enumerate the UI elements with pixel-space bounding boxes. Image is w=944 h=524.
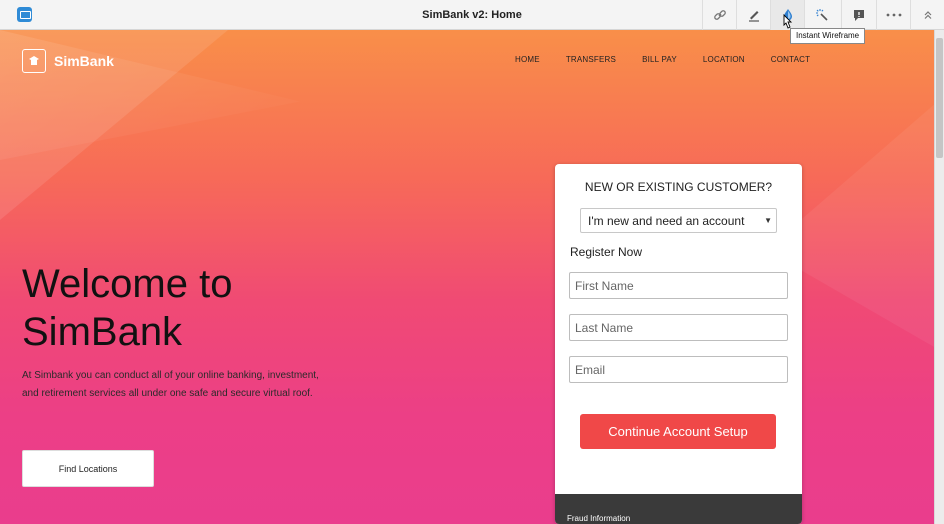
hero-title-line: Welcome to — [22, 262, 233, 306]
form-heading: NEW OR EXISTING CUSTOMER? — [584, 180, 773, 194]
pen-icon — [748, 11, 759, 22]
link-icon — [713, 10, 726, 20]
nav-item-bill-pay[interactable]: BILL PAY — [642, 55, 677, 64]
nav-item-home[interactable]: HOME — [515, 55, 540, 64]
comment-icon — [853, 10, 864, 21]
hero-title: Welcome to SimBank — [22, 260, 322, 356]
brand-name: SimBank — [54, 53, 114, 69]
nav-item-location[interactable]: LOCATION — [703, 55, 745, 64]
screen-icon[interactable] — [17, 7, 32, 22]
magic-wand-icon — [815, 9, 828, 21]
first-name-field[interactable] — [569, 272, 788, 299]
viewer-toolbar: SimBank v2: Home — [0, 0, 944, 30]
cursor-pointer-icon — [783, 14, 793, 29]
magic-wand-button[interactable] — [804, 0, 838, 30]
bank-logo-icon — [22, 49, 46, 73]
caret-down-icon: ▼ — [764, 216, 772, 225]
hero-title-line: SimBank — [22, 310, 183, 354]
continue-account-setup-button[interactable]: Continue Account Setup — [580, 414, 776, 449]
find-locations-button[interactable]: Find Locations — [22, 450, 154, 487]
comment-button[interactable] — [841, 0, 875, 30]
card-footer: Fraud Information — [555, 494, 802, 524]
collapse-button[interactable] — [910, 0, 944, 30]
nav-item-transfers[interactable]: TRANSFERS — [566, 55, 616, 64]
link-button[interactable] — [702, 0, 736, 30]
select-value: I'm new and need an account — [588, 214, 745, 228]
site-logo[interactable]: SimBank — [22, 49, 114, 73]
scrollbar-thumb[interactable] — [936, 38, 943, 158]
last-name-field[interactable] — [569, 314, 788, 341]
register-label: Register Now — [570, 245, 643, 259]
hero-description: At Simbank you can conduct all of your o… — [22, 370, 319, 399]
more-button[interactable] — [876, 0, 910, 30]
pen-button[interactable] — [736, 0, 770, 30]
registration-card: NEW OR EXISTING CUSTOMER? I'm new and ne… — [555, 164, 802, 524]
more-icon — [886, 13, 901, 17]
main-nav: HOME TRANSFERS BILL PAY LOCATION CONTACT — [515, 55, 810, 64]
tooltip: Instant Wireframe — [790, 28, 866, 44]
customer-type-select[interactable]: I'm new and need an account ▼ — [580, 208, 777, 233]
hero-section: SimBank HOME TRANSFERS BILL PAY LOCATION… — [0, 30, 934, 524]
nav-item-contact[interactable]: CONTACT — [771, 55, 810, 64]
scrollbar[interactable] — [934, 30, 944, 524]
fraud-information-link[interactable]: Fraud Information — [567, 514, 630, 523]
collapse-icon — [924, 11, 931, 19]
email-field[interactable] — [569, 356, 788, 383]
